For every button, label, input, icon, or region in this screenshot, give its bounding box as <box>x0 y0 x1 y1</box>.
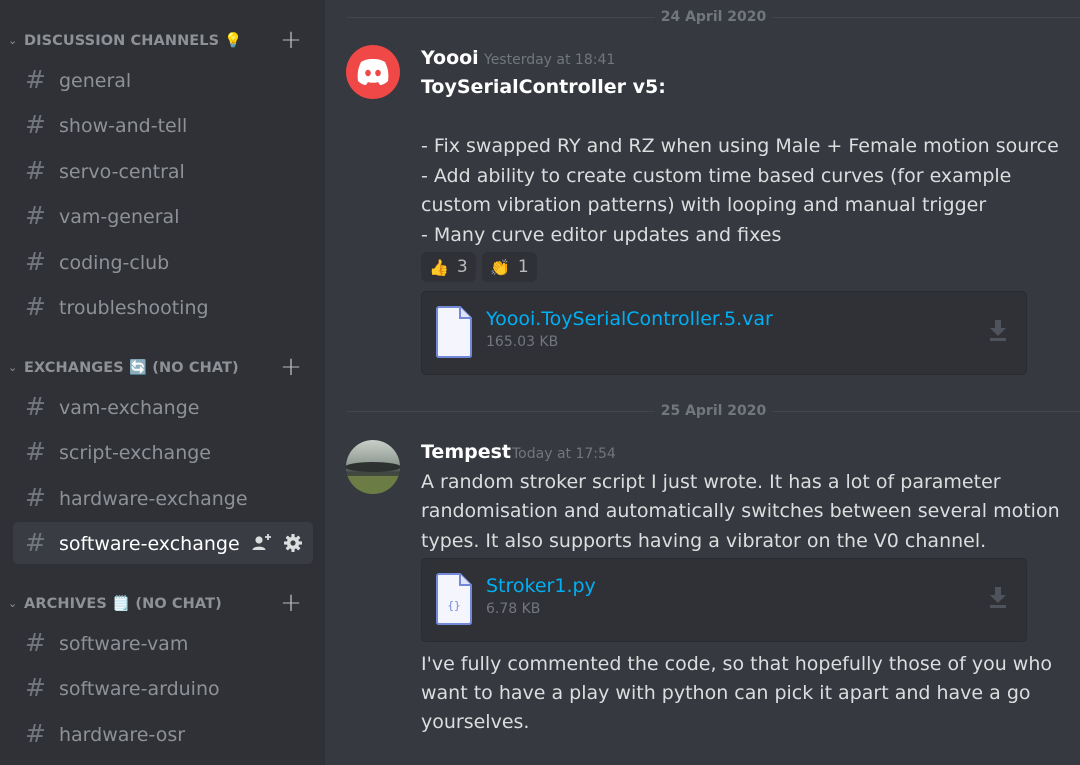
message-line: - Fix swapped RY and RZ when using Male … <box>421 135 1059 157</box>
message-line: randomisation and automatically switches… <box>421 500 1060 522</box>
chat-area: 24 April 2020 Yoooi Yesterday at 18:41 T… <box>325 0 1080 765</box>
message-timestamp: Today at 17:54 <box>512 446 616 462</box>
hash-icon: # <box>25 201 46 230</box>
clap-icon: 👏 <box>490 257 510 277</box>
channel-item-script-exchange[interactable]: # script-exchange <box>13 431 313 473</box>
message-line: want to have a play with python can pick… <box>421 682 1031 704</box>
channel-name: show-and-tell <box>59 115 188 137</box>
attachment-filename[interactable]: Yoooi.ToySerialController.5.var <box>486 308 773 330</box>
channel-item-vam-general[interactable]: # vam-general <box>13 195 313 237</box>
chevron-down-icon[interactable]: ⌄ <box>8 34 20 48</box>
chevron-down-icon[interactable]: ⌄ <box>8 597 20 611</box>
category-discussion-channels[interactable]: ⌄ DISCUSSION CHANNELS 💡 + <box>0 27 325 58</box>
reaction-thumbs-up[interactable]: 👍 3 <box>421 252 476 282</box>
hash-icon: # <box>25 528 46 557</box>
channel-item-software-exchange[interactable]: # software-exchange <box>13 522 313 564</box>
channel-tools <box>251 533 303 553</box>
avatar[interactable] <box>346 45 400 99</box>
message-line: - Add ability to create custom time base… <box>421 165 1012 187</box>
hash-icon: # <box>25 628 46 657</box>
file-attachment: Yoooi.ToySerialController.5.var 165.03 K… <box>421 291 1027 375</box>
message-author[interactable]: Yoooi <box>421 47 479 69</box>
code-glyph: {} <box>447 599 460 612</box>
invite-member-icon[interactable] <box>251 533 273 553</box>
attachment-size: 6.78 KB <box>486 601 541 617</box>
message-line: - Many curve editor updates and fixes <box>421 224 782 246</box>
reaction-count: 1 <box>517 257 529 277</box>
channel-item-vam-exchange[interactable]: # vam-exchange <box>13 386 313 428</box>
channel-name: vam-general <box>59 206 180 228</box>
storm-photo-avatar <box>346 440 400 494</box>
channel-sidebar: ⌄ DISCUSSION CHANNELS 💡 + # general # sh… <box>0 0 325 765</box>
channel-name: troubleshooting <box>59 297 209 319</box>
download-icon[interactable] <box>988 585 1008 609</box>
hash-icon: # <box>25 156 46 185</box>
channel-item-servo-central[interactable]: # servo-central <box>13 150 313 192</box>
channel-name: hardware-osr <box>59 724 186 746</box>
channel-name: hardware-exchange <box>59 488 248 510</box>
channel-item-show-and-tell[interactable]: # show-and-tell <box>13 104 313 146</box>
category-archives[interactable]: ⌄ ARCHIVES 🗒️ (NO CHAT) + <box>0 590 325 621</box>
hash-icon: # <box>25 65 46 94</box>
date-divider: 24 April 2020 <box>347 7 1080 27</box>
channel-name: software-exchange <box>59 533 240 555</box>
hash-icon: # <box>25 247 46 276</box>
add-channel-icon[interactable]: + <box>280 27 302 54</box>
channel-name: coding-club <box>59 252 170 274</box>
reaction-count: 3 <box>456 257 468 277</box>
add-channel-icon[interactable]: + <box>280 590 302 617</box>
hash-icon: # <box>25 292 46 321</box>
download-icon[interactable] <box>988 318 1008 342</box>
hash-icon: # <box>25 110 46 139</box>
reaction-clap[interactable]: 👏 1 <box>482 252 537 282</box>
channel-item-troubleshooting[interactable]: # troubleshooting <box>13 286 313 328</box>
date-divider: 25 April 2020 <box>347 401 1080 421</box>
chevron-down-icon[interactable]: ⌄ <box>8 361 20 375</box>
category-label: DISCUSSION CHANNELS 💡 <box>24 33 243 49</box>
hash-icon: # <box>25 719 46 748</box>
category-exchanges[interactable]: ⌄ EXCHANGES 🔄 (NO CHAT) + <box>0 354 325 385</box>
message-line: yourselves. <box>421 711 530 733</box>
channel-item-general[interactable]: # general <box>13 59 313 101</box>
add-channel-icon[interactable]: + <box>280 354 302 381</box>
thumbs-up-icon: 👍 <box>429 257 449 277</box>
channel-name: script-exchange <box>59 442 211 464</box>
attachment-size: 165.03 KB <box>486 334 559 350</box>
message-line: custom vibration patterns) with looping … <box>421 194 987 216</box>
message-line: A random stroker script I just wrote. It… <box>421 471 1001 493</box>
file-attachment: {} Stroker1.py 6.78 KB <box>421 558 1027 642</box>
hash-icon: # <box>25 673 46 702</box>
channel-name: software-vam <box>59 633 189 655</box>
file-icon <box>436 306 472 358</box>
channel-item-software-vam[interactable]: # software-vam <box>13 622 313 664</box>
hash-icon: # <box>25 392 46 421</box>
channel-name: software-arduino <box>59 678 220 700</box>
hash-icon: # <box>25 483 46 512</box>
category-label: ARCHIVES 🗒️ (NO CHAT) <box>24 596 222 612</box>
channel-item-coding-club[interactable]: # coding-club <box>13 241 313 283</box>
channel-name: servo-central <box>59 161 185 183</box>
divider-date: 24 April 2020 <box>654 7 773 27</box>
discord-logo-icon <box>357 59 389 85</box>
channel-name: general <box>59 70 132 92</box>
message-line: types. It also supports having a vibrato… <box>421 530 987 552</box>
avatar[interactable] <box>346 440 400 494</box>
channel-item-hardware-exchange[interactable]: # hardware-exchange <box>13 477 313 519</box>
code-file-icon: {} <box>436 573 472 625</box>
gear-icon[interactable] <box>283 533 303 553</box>
message-line: ToySerialController v5: <box>421 76 666 98</box>
divider-date: 25 April 2020 <box>654 401 773 421</box>
attachment-filename[interactable]: Stroker1.py <box>486 575 596 597</box>
channel-item-hardware-osr[interactable]: # hardware-osr <box>13 713 313 755</box>
message-timestamp: Yesterday at 18:41 <box>484 52 616 68</box>
message-author[interactable]: Tempest <box>421 441 511 463</box>
channel-name: vam-exchange <box>59 397 200 419</box>
channel-item-software-arduino[interactable]: # software-arduino <box>13 667 313 709</box>
category-label: EXCHANGES 🔄 (NO CHAT) <box>24 360 239 376</box>
hash-icon: # <box>25 437 46 466</box>
message-line: I've fully commented the code, so that h… <box>421 653 1052 675</box>
